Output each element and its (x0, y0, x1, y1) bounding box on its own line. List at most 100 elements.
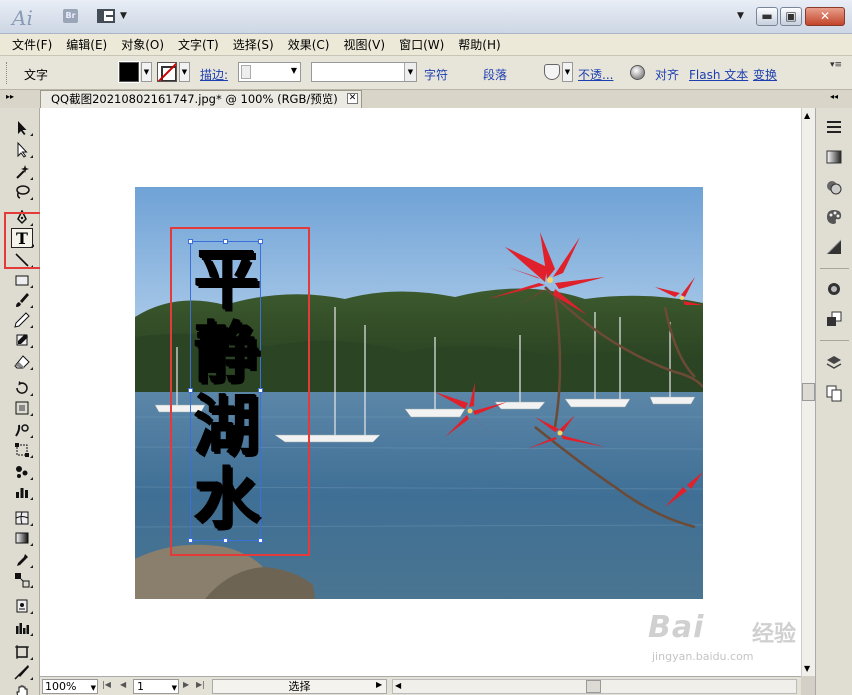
minimize-button[interactable]: ▬ (756, 7, 778, 26)
brush-style-icon[interactable] (544, 64, 560, 80)
maximize-button[interactable]: ▣ (780, 7, 802, 26)
menu-effect[interactable]: 效果(C) (288, 36, 330, 53)
arrange-documents-icon[interactable] (97, 9, 115, 23)
document-tab[interactable]: QQ截图20210802161747.jpg* @ 100% (RGB/预览) (40, 90, 362, 108)
horizontal-scrollbar[interactable]: ◀ (392, 679, 797, 694)
vertical-scrollbar[interactable]: ▲ ▼ (801, 108, 815, 676)
free-transform-tool-icon[interactable] (13, 442, 33, 458)
first-artboard-icon[interactable]: |◀ (102, 680, 111, 689)
resize-handle[interactable] (223, 538, 228, 543)
stroke-weight-stepper[interactable] (241, 65, 251, 79)
symbol-shifter-tool-icon[interactable] (13, 598, 33, 614)
active-tool-label: 文字 (24, 68, 49, 82)
scroll-up-icon[interactable]: ▲ (804, 111, 810, 120)
watermark-brand: Bai (648, 610, 705, 645)
zoom-level-field[interactable]: 100% ▼ (42, 679, 98, 694)
direct-selection-tool-icon[interactable] (13, 142, 33, 158)
scroll-down-icon[interactable]: ▼ (804, 664, 810, 673)
blend-tool-icon[interactable] (13, 572, 33, 588)
close-window-button[interactable]: ✕ (805, 7, 845, 26)
column-graph-tool-icon[interactable] (13, 484, 33, 500)
chevron-down-icon[interactable]: ▼ (120, 11, 127, 21)
resize-handle[interactable] (188, 239, 193, 244)
gradient-tool-icon[interactable] (13, 530, 33, 546)
bar-graph-tool-icon[interactable] (13, 620, 33, 636)
resize-handle[interactable] (258, 538, 263, 543)
hand-tool-icon[interactable] (13, 684, 31, 695)
stroke-weight-input[interactable]: ▼ (238, 62, 301, 82)
lasso-tool-icon[interactable] (13, 184, 33, 200)
menu-file[interactable]: 文件(F) (12, 36, 52, 53)
collapse-panels-icon[interactable]: ◂◂ (830, 92, 838, 101)
warp-tool-icon[interactable] (13, 422, 33, 438)
chevron-down-icon[interactable]: ▼ (172, 682, 177, 695)
character-panel-link[interactable]: 字符 (424, 66, 448, 83)
fill-color-swatch[interactable] (118, 61, 140, 83)
stroke-dropdown-icon[interactable]: ▼ (179, 62, 190, 82)
gradient-panel-icon[interactable] (825, 148, 843, 166)
menu-select[interactable]: 选择(S) (233, 36, 274, 53)
stroke-color-swatch[interactable] (157, 62, 177, 82)
bridge-button[interactable]: Br (63, 9, 78, 23)
layers-panel-icon[interactable] (825, 354, 843, 372)
color-panel-icon[interactable] (825, 208, 843, 226)
brush-dropdown-icon[interactable]: ▼ (562, 62, 573, 82)
mesh-tool-icon[interactable] (13, 510, 33, 526)
symbol-sprayer-tool-icon[interactable] (13, 464, 33, 480)
last-artboard-icon[interactable]: ▶| (196, 680, 205, 689)
status-field[interactable]: 选择 (212, 679, 387, 694)
paintbrush-tool-icon[interactable] (13, 292, 33, 308)
opacity-link[interactable]: 不透... (578, 66, 613, 83)
menu-edit[interactable]: 编辑(E) (66, 36, 107, 53)
eraser-tool-icon[interactable] (13, 354, 33, 370)
eyedropper-tool-icon[interactable] (13, 552, 33, 568)
scroll-left-icon[interactable]: ◀ (395, 681, 401, 690)
appearance-panel-icon[interactable] (825, 238, 843, 256)
document-canvas[interactable]: 平 静 湖 水 (40, 108, 801, 676)
chevron-down-icon[interactable]: ▼ (91, 682, 96, 695)
menu-view[interactable]: 视图(V) (343, 36, 385, 53)
menu-help[interactable]: 帮助(H) (458, 36, 500, 53)
pencil-tool-icon[interactable] (13, 312, 33, 328)
paragraph-panel-link[interactable]: 段落 (483, 66, 507, 83)
transform-link[interactable]: 变换 (753, 66, 777, 83)
chevron-down-icon[interactable]: ▼ (291, 66, 297, 75)
scale-tool-icon[interactable] (13, 400, 33, 416)
flash-text-link[interactable]: Flash 文本 (689, 66, 748, 83)
workspace-switcher-chevron-icon[interactable]: ▼ (737, 11, 744, 21)
illustrator-logo: Ai (12, 6, 33, 30)
menu-type[interactable]: 文字(T) (178, 36, 219, 53)
align-link[interactable]: 对齐 (655, 66, 679, 83)
chevron-down-icon[interactable]: ▼ (404, 63, 416, 81)
graphic-styles-panel-icon[interactable] (825, 310, 843, 328)
horizontal-scroll-thumb[interactable] (586, 680, 601, 693)
menu-object[interactable]: 对象(O) (121, 36, 164, 53)
selection-tool-icon[interactable] (13, 120, 33, 136)
fill-dropdown-icon[interactable]: ▼ (141, 62, 152, 82)
close-document-icon[interactable]: ✕ (347, 93, 358, 104)
stroke-label-link[interactable]: 描边: (200, 66, 228, 83)
artboard-tool-icon[interactable] (13, 644, 33, 660)
previous-artboard-icon[interactable]: ◀ (120, 680, 126, 689)
rotate-tool-icon[interactable] (13, 380, 33, 396)
recolor-globe-icon[interactable] (630, 65, 645, 80)
menu-window[interactable]: 窗口(W) (399, 36, 444, 53)
vertical-scroll-thumb[interactable] (802, 383, 815, 401)
rectangle-tool-icon[interactable] (13, 272, 33, 288)
graphic-style-field[interactable]: ▼ (311, 62, 417, 82)
collapse-toolbox-icon[interactable]: ▸▸ (6, 92, 14, 101)
transparency-panel-icon[interactable] (825, 178, 843, 196)
magic-wand-tool-icon[interactable] (13, 164, 33, 180)
control-bar-grip[interactable] (6, 62, 9, 84)
stroke-panel-icon[interactable] (825, 118, 843, 136)
next-artboard-icon[interactable]: ▶ (183, 680, 189, 689)
tools-panel: T (0, 108, 40, 695)
symbols-panel-icon[interactable] (825, 280, 843, 298)
resize-handle[interactable] (188, 538, 193, 543)
slice-tool-icon[interactable] (13, 664, 33, 680)
blob-brush-tool-icon[interactable] (13, 332, 33, 348)
status-menu-icon[interactable]: ▶ (376, 680, 382, 689)
panel-menu-icon[interactable]: ▾≡ (830, 60, 842, 70)
artboard-number-field[interactable]: 1 ▼ (133, 679, 179, 694)
artboards-panel-icon[interactable] (825, 384, 843, 402)
